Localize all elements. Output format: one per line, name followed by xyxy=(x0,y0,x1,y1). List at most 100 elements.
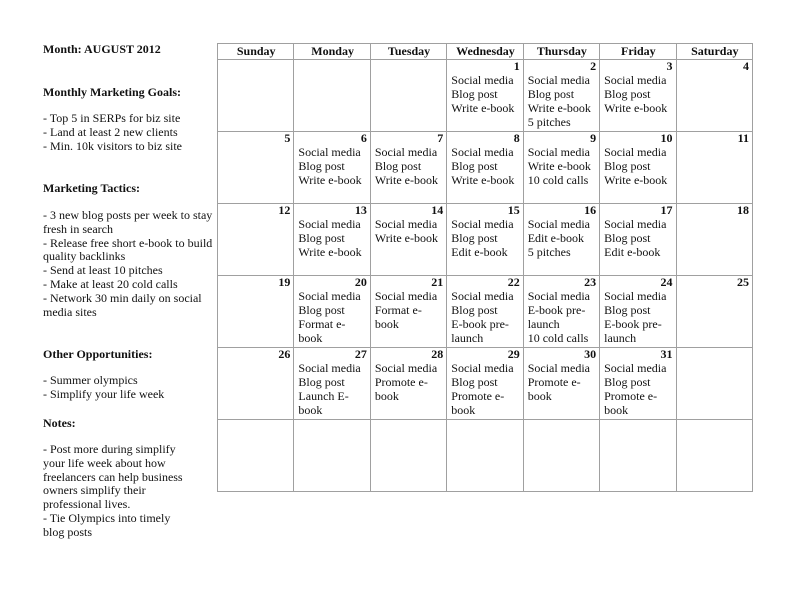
day-number: 7 xyxy=(437,131,444,145)
task-item: Social media xyxy=(604,289,667,303)
calendar-day-cell[interactable]: 27 Social media Blog post Launch E-book xyxy=(293,347,371,420)
task-item: Social media xyxy=(527,289,591,303)
task-item: Blog post xyxy=(298,159,345,173)
calendar-day-cell[interactable]: 17 Social media Blog post Edit e-book xyxy=(599,203,677,276)
day-number: 1 xyxy=(513,59,520,73)
task-item: Write e-book xyxy=(604,101,668,115)
task-item: Write e-book xyxy=(451,173,515,187)
notes-title: Notes: xyxy=(43,416,76,430)
calendar-day-cell[interactable] xyxy=(675,419,754,492)
calendar-week-row: 26 27 Social media Blog post Launch E-book 28… xyxy=(216,347,754,420)
task-item: Blog post xyxy=(451,87,498,101)
task-item: 5 pitches xyxy=(527,245,571,259)
task-item: Social media xyxy=(451,361,514,375)
calendar-day-cell[interactable]: 7 Social media Blog post Write e-book xyxy=(369,131,448,204)
task-item: Social media xyxy=(604,145,667,159)
task-item: Write e-book xyxy=(374,173,439,187)
day-number: 26 xyxy=(278,347,291,361)
task-item: Write e-book xyxy=(527,101,591,115)
calendar-day-cell[interactable]: 6 Social media Blog post Write e-book xyxy=(293,131,371,204)
calendar-day-cell[interactable] xyxy=(293,419,371,492)
tactic-item: - 3 new blog posts per week to stay fres… xyxy=(43,208,213,236)
task-item: E-book pre-launch xyxy=(604,317,662,345)
calendar-day-cell[interactable]: 16 Social media Edit e-book 5 pitches xyxy=(522,203,601,276)
day-number: 6 xyxy=(360,131,367,145)
day-number: 11 xyxy=(737,131,749,145)
day-number: 31 xyxy=(660,347,673,361)
calendar-day-cell[interactable]: 18 xyxy=(675,203,754,276)
calendar-day-cell[interactable]: 23 Social media E-book pre-launch 10 cold c… xyxy=(522,275,601,348)
calendar-day-cell[interactable]: 2 Social media Blog post Write e-book 5 pitc… xyxy=(522,59,601,132)
calendar-day-cell[interactable]: 3 Social media Blog post Write e-book xyxy=(599,59,677,132)
task-item: Social media xyxy=(298,361,361,375)
weekday-header: Wednesday xyxy=(446,43,524,60)
calendar-day-cell[interactable]: 30 Social media Promote e-book xyxy=(522,347,601,420)
calendar-week-row: 19 20 Social media Blog post Format e-book 21… xyxy=(216,275,754,348)
weekday-header: Tuesday xyxy=(369,43,448,60)
goal-item: - Land at least 2 new clients xyxy=(43,124,178,139)
day-number: 8 xyxy=(513,131,520,145)
tactics-list: - 3 new blog posts per week to stay fres… xyxy=(43,208,215,319)
task-item: Social media xyxy=(374,145,438,159)
calendar-day-cell[interactable]: 4 xyxy=(675,59,754,132)
task-item: Social media xyxy=(527,73,591,87)
task-item: Format e-book xyxy=(298,317,346,345)
task-item: Social media xyxy=(451,217,514,231)
task-item: Edit e-book xyxy=(451,245,508,259)
task-item: Blog post xyxy=(604,159,651,173)
calendar-week-row xyxy=(216,419,754,492)
task-item: Social media xyxy=(298,217,361,231)
task-item: Blog post xyxy=(527,87,575,101)
task-item: Blog post xyxy=(451,303,498,317)
calendar-day-cell[interactable] xyxy=(369,59,448,132)
task-item: Social media xyxy=(527,361,591,375)
day-number: 5 xyxy=(284,131,291,145)
calendar-day-cell[interactable] xyxy=(522,419,601,492)
calendar-day-cell[interactable]: 29 Social media Blog post Promote e-book xyxy=(446,347,524,420)
calendar-day-cell[interactable] xyxy=(216,59,295,132)
calendar-day-cell[interactable]: 31 Social media Blog post Promote e-book xyxy=(599,347,677,420)
task-item: Social media xyxy=(374,361,438,375)
calendar-day-cell[interactable]: 24 Social media Blog post E-book pre-launch xyxy=(599,275,677,348)
calendar-day-cell[interactable] xyxy=(293,59,371,132)
calendar-day-cell[interactable]: 14 Social media Write e-book xyxy=(369,203,448,276)
day-number: 3 xyxy=(666,59,673,73)
calendar-day-cell[interactable]: 19 xyxy=(216,275,295,348)
weekday-header: Friday xyxy=(599,43,677,60)
day-number: 4 xyxy=(743,59,749,73)
task-item: Blog post xyxy=(604,303,651,317)
day-number: 29 xyxy=(507,347,520,361)
calendar-day-cell[interactable]: 13 Social media Blog post Write e-book xyxy=(293,203,371,276)
calendar-day-cell[interactable]: 8 Social media Blog post Write e-book xyxy=(446,131,524,204)
task-item: Blog post xyxy=(298,375,345,389)
calendar-day-cell[interactable]: 20 Social media Blog post Format e-book xyxy=(293,275,371,348)
month-label: Month: AUGUST 2012 xyxy=(43,42,161,56)
calendar-day-cell[interactable] xyxy=(369,419,448,492)
calendar-day-cell[interactable]: 15 Social media Blog post Edit e-book xyxy=(446,203,524,276)
task-item: Social media xyxy=(604,361,667,375)
tactic-item: - Send at least 10 pitches xyxy=(43,263,163,278)
calendar-day-cell[interactable]: 21 Social media Format e-book xyxy=(369,275,448,348)
calendar-day-cell[interactable]: 11 xyxy=(675,131,754,204)
task-item: Social media xyxy=(451,145,514,159)
calendar-day-cell[interactable] xyxy=(599,419,677,492)
calendar-day-cell[interactable] xyxy=(446,419,524,492)
calendar-grid: Sunday Monday Tuesday Wednesday Thursday Frid… xyxy=(216,43,754,492)
calendar-day-cell[interactable]: 28 Social media Promote e-book xyxy=(369,347,448,420)
calendar-day-cell[interactable]: 9 Social media Write e-book 10 cold calls xyxy=(522,131,601,204)
calendar-day-cell[interactable]: 12 xyxy=(216,203,295,276)
goals-title: Monthly Marketing Goals: xyxy=(43,85,181,99)
calendar-day-cell[interactable]: 26 xyxy=(216,347,295,420)
task-item: Social media xyxy=(527,217,591,231)
calendar-day-cell[interactable]: 1 Social media Blog post Write e-book xyxy=(446,59,524,132)
calendar-day-cell[interactable]: 5 xyxy=(216,131,295,204)
goals-list: - Top 5 in SERPs for biz site - Land at … xyxy=(43,111,215,153)
day-number: 21 xyxy=(431,275,444,289)
day-number: 23 xyxy=(584,275,597,289)
calendar-day-cell[interactable]: 10 Social media Blog post Write e-book xyxy=(599,131,677,204)
calendar-day-cell[interactable]: 25 xyxy=(675,275,754,348)
calendar-day-cell[interactable] xyxy=(675,347,754,420)
calendar-day-cell[interactable] xyxy=(216,419,295,492)
calendar-day-cell[interactable]: 22 Social media Blog post E-book pre-launch xyxy=(446,275,524,348)
goal-item: - Min. 10k visitors to biz site xyxy=(43,138,182,153)
